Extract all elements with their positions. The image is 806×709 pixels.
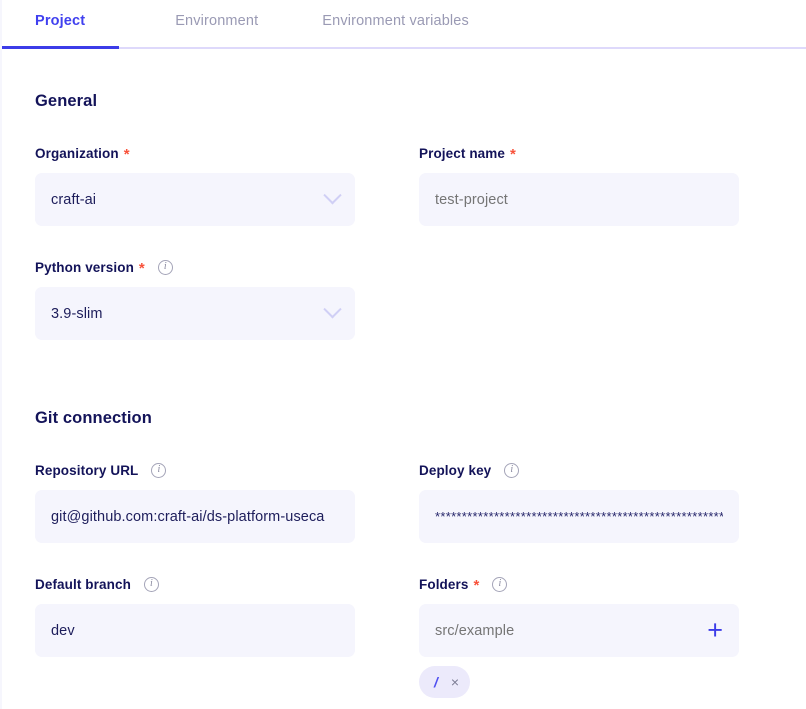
project-name-required-asterisk: * [509,145,516,163]
info-icon[interactable]: i [492,576,508,592]
default-branch-input[interactable] [35,604,355,657]
folders-required-asterisk: * [473,576,480,594]
info-icon[interactable]: i [504,462,520,478]
python-version-label: Python version [35,259,134,275]
plus-icon[interactable]: + [707,617,723,644]
deploy-key-label: Deploy key [419,462,492,478]
git-row-1: Repository URL i Deploy key i **********… [35,461,773,543]
python-version-selected-value: 3.9-slim [51,305,103,322]
organization-label-row: Organization * [35,144,355,162]
git-row-2: Default branch i Folders * i + / [35,575,773,698]
organization-select[interactable]: craft-ai [35,173,355,226]
tab-project[interactable]: Project [35,13,85,29]
organization-required-asterisk: * [123,145,130,163]
field-repository-url: Repository URL i [35,461,355,543]
settings-content: General Organization * craft-ai Project … [2,92,806,698]
organization-selected-value: craft-ai [51,191,97,208]
field-python-version: Python version * i 3.9-slim [35,258,355,340]
repository-url-label-row: Repository URL i [35,461,355,479]
folder-chip-label: / [434,674,438,690]
info-icon[interactable]: i [143,576,159,592]
project-settings-page: Project Environment Environment variable… [0,0,806,709]
default-branch-label-row: Default branch i [35,575,355,593]
project-name-input[interactable] [419,173,739,226]
deploy-key-masked-value: ****************************************… [435,509,723,524]
tab-environment-variables[interactable]: Environment variables [322,13,469,29]
close-icon[interactable]: × [451,675,459,689]
field-default-branch: Default branch i [35,575,355,698]
folders-input-row[interactable]: + [419,604,739,657]
folders-input[interactable] [435,622,708,639]
section-title-general: General [35,92,98,110]
default-branch-label: Default branch [35,576,131,592]
info-icon[interactable]: i [151,462,167,478]
python-version-select[interactable]: 3.9-slim [35,287,355,340]
deploy-key-input[interactable]: ****************************************… [419,490,739,543]
chevron-down-icon [323,186,342,205]
general-row-1: Organization * craft-ai Project name * [35,144,773,226]
folders-label-row: Folders * i [419,575,739,593]
folders-label: Folders [419,576,469,592]
repository-url-input[interactable] [35,490,355,543]
field-deploy-key: Deploy key i ***************************… [419,461,739,543]
project-name-label-row: Project name * [419,144,739,162]
field-folders: Folders * i + / × [419,575,739,698]
python-version-required-asterisk: * [138,259,145,277]
deploy-key-label-row: Deploy key i [419,461,739,479]
folder-chip[interactable]: / × [419,666,471,698]
tab-environment[interactable]: Environment [175,13,258,29]
field-project-name: Project name * [419,144,739,226]
general-row-2: Python version * i 3.9-slim [35,258,773,340]
python-version-label-row: Python version * i [35,258,355,276]
info-icon[interactable]: i [157,259,173,275]
chevron-down-icon [323,300,342,319]
field-organization: Organization * craft-ai [35,144,355,226]
organization-label: Organization [35,145,119,161]
section-title-git-connection: Git connection [35,409,152,427]
tab-bar: Project Environment Environment variable… [2,0,806,49]
folders-chip-list: / × [419,666,739,698]
active-tab-indicator [2,46,119,49]
project-name-label: Project name [419,145,505,161]
repository-url-label: Repository URL [35,462,139,478]
